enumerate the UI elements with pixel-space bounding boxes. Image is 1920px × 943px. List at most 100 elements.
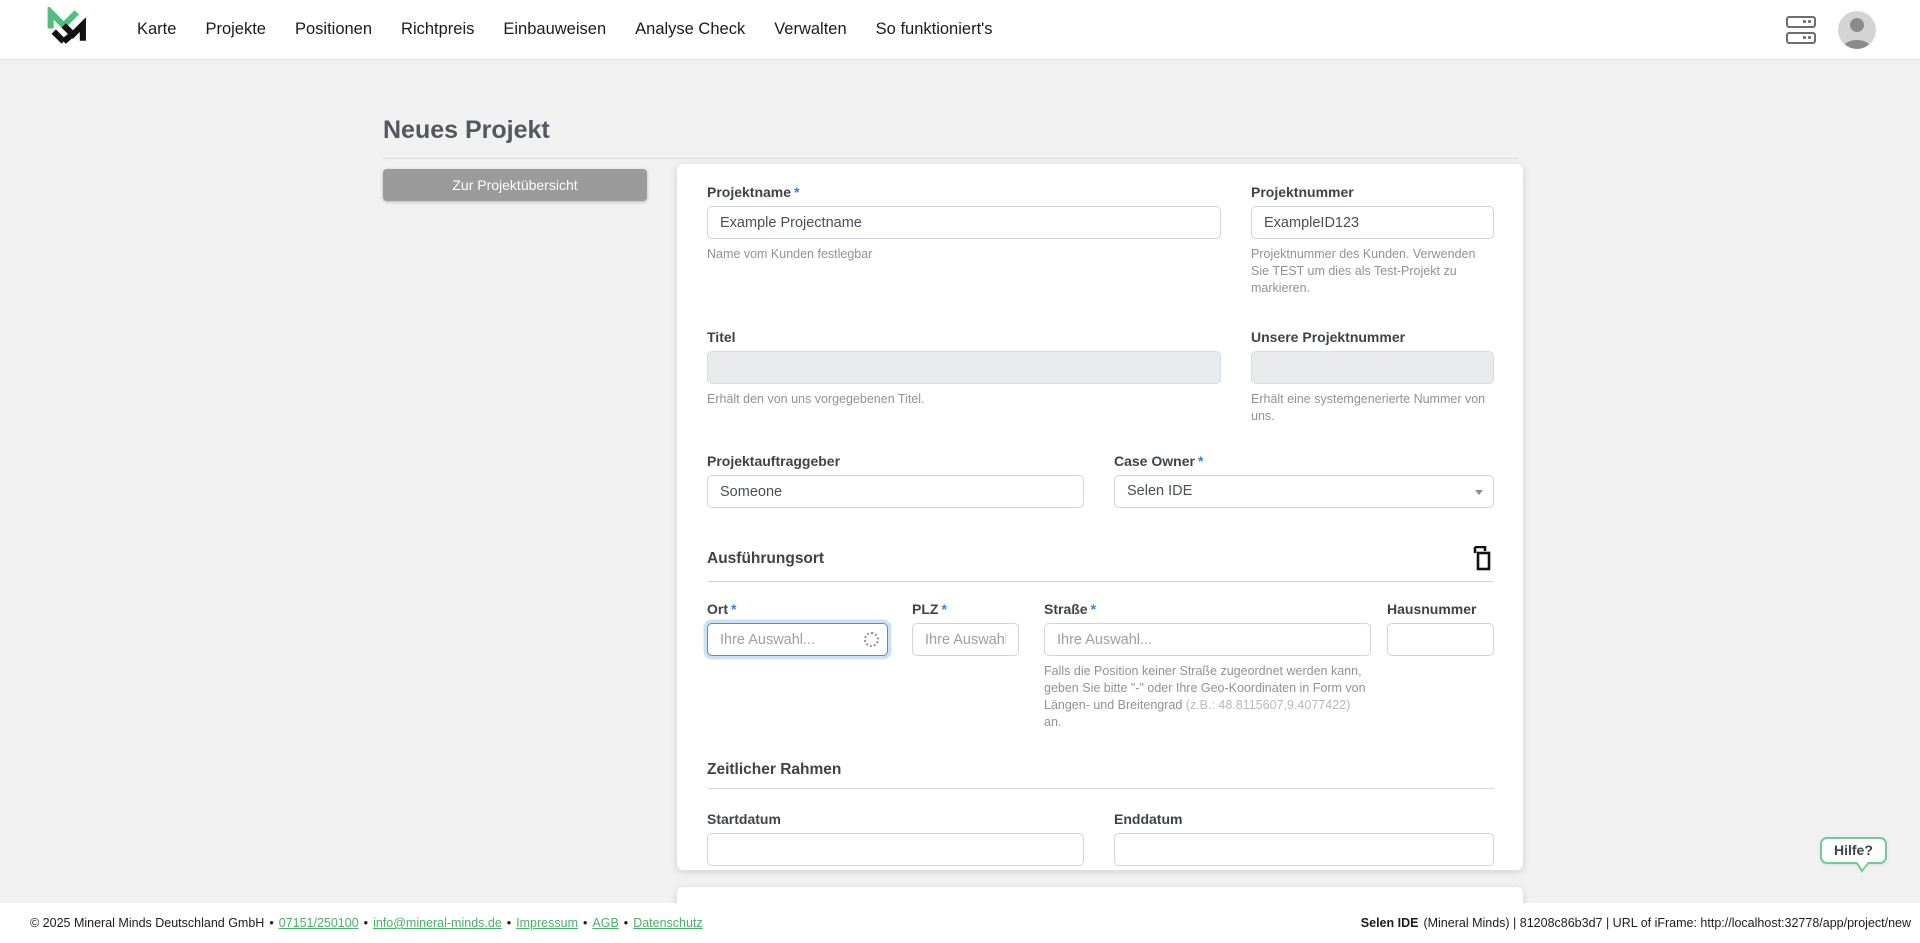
projektnummer-label: Projektnummer [1251,184,1494,200]
plz-field-group: PLZ* [912,601,1019,731]
server-row-icon [1786,16,1816,28]
row-auftraggeber: Projektauftraggeber Case Owner* Selen ID… [707,453,1494,508]
ort-input-wrap [707,623,888,656]
projektauftraggeber-input[interactable] [707,475,1084,508]
hausnummer-input[interactable] [1387,623,1494,656]
chevron-down-icon [1475,490,1483,495]
unsere-projektnummer-helper: Erhält eine systemgenerierte Nummer von … [1251,391,1494,425]
projektnummer-input[interactable] [1251,206,1494,239]
projektauftraggeber-label: Projektauftraggeber [707,453,1084,469]
avatar-body-icon [1843,40,1871,49]
strasse-label: Straße* [1044,601,1371,617]
titel-field-group: Titel Erhält den von uns vorgegebenen Ti… [707,329,1221,425]
help-button-label: Hilfe? [1834,842,1873,858]
startdatum-field-group: Startdatum [707,811,1084,866]
startdatum-label: Startdatum [707,811,1084,827]
titel-label: Titel [707,329,1221,345]
copy-icon [1470,546,1494,572]
nav-item-einbauweisen[interactable]: Einbauweisen [503,20,606,39]
footer-link-phone[interactable]: 07151/250100 [279,916,359,930]
copy-address-button[interactable] [1470,546,1494,572]
projektname-field-group: Projektname* Name vom Kunden festlegbar [707,184,1221,297]
projektnummer-helper: Projektnummer des Kunden. Verwenden Sie … [1251,246,1494,297]
strasse-field-group: Straße* Falls die Position keiner Straße… [1044,601,1371,731]
page-title: Neues Projekt [383,116,1518,159]
loading-spinner-icon [864,632,879,647]
case-owner-field-group: Case Owner* Selen IDE [1114,453,1494,508]
footer-left: © 2025 Mineral Minds Deutschland GmbH • … [30,916,703,930]
unsere-projektnummer-input [1251,351,1494,384]
ort-input[interactable] [707,623,888,656]
nav-item-verwalten[interactable]: Verwalten [774,20,846,39]
footer: © 2025 Mineral Minds Deutschland GmbH • … [0,903,1920,943]
footer-copyright: © 2025 Mineral Minds Deutschland GmbH [30,916,264,930]
nav-item-karte[interactable]: Karte [137,20,176,39]
footer-link-impressum[interactable]: Impressum [516,916,578,930]
hausnummer-field-group: Hausnummer [1387,601,1494,731]
case-owner-selected-value: Selen IDE [1127,483,1192,499]
nav-item-positionen[interactable]: Positionen [295,20,372,39]
main-nav: Karte Projekte Positionen Richtpreis Ein… [137,20,993,39]
footer-separator: • [269,916,273,930]
projektname-input[interactable] [707,206,1221,239]
projektname-label: Projektname* [707,184,1221,200]
ausfuehrungsort-title: Ausführungsort [707,550,824,568]
required-marker: * [941,601,946,617]
projektnummer-field-group: Projektnummer Projektnummer des Kunden. … [1251,184,1494,297]
row-zeitlicher-rahmen: Startdatum Enddatum [707,811,1494,866]
case-owner-label: Case Owner* [1114,453,1494,469]
projektname-helper: Name vom Kunden festlegbar [707,246,1221,263]
hausnummer-label: Hausnummer [1387,601,1494,617]
server-row-icon [1786,32,1816,44]
projektauftraggeber-field-group: Projektauftraggeber [707,453,1084,508]
zeitlicher-rahmen-title: Zeitlicher Rahmen [707,761,841,779]
avatar-head-icon [1850,18,1864,32]
plz-label: PLZ* [912,601,1019,617]
ausfuehrungsort-section-header: Ausführungsort [707,546,1494,582]
footer-separator: • [583,916,587,930]
new-project-form-card: Projektname* Name vom Kunden festlegbar … [677,164,1523,870]
footer-separator: • [364,916,368,930]
logo-icon [43,7,89,53]
required-marker: * [1198,453,1203,469]
mineral-minds-logo[interactable] [43,7,89,53]
required-marker: * [731,601,736,617]
ort-label: Ort* [707,601,888,617]
row-ausfuehrungsort: Ort* PLZ* Straße* Falls die Position kei… [707,601,1494,731]
zeitlicher-rahmen-section-header: Zeitlicher Rahmen [707,761,1494,789]
nav-item-richtpreis[interactable]: Richtpreis [401,20,474,39]
required-marker: * [1091,601,1096,617]
footer-right: Selen IDE (Mineral Minds) | 81208c86b3d7… [1361,916,1911,930]
titel-helper: Erhält den von uns vorgegebenen Titel. [707,391,1221,408]
required-marker: * [794,184,799,200]
nav-item-analyse-check[interactable]: Analyse Check [635,20,745,39]
server-status-icon[interactable] [1786,16,1816,44]
strasse-input[interactable] [1044,623,1371,656]
titel-input [707,351,1221,384]
unsere-projektnummer-field-group: Unsere Projektnummer Erhält eine systemg… [1251,329,1494,425]
footer-user-name: Selen IDE [1361,916,1419,930]
nav-item-so-funktionierts[interactable]: So funktioniert's [876,20,993,39]
row-projektname: Projektname* Name vom Kunden festlegbar … [707,184,1494,297]
navbar-actions [1786,11,1876,49]
startdatum-input[interactable] [707,833,1084,866]
case-owner-select[interactable]: Selen IDE [1114,475,1494,508]
ort-field-group: Ort* [707,601,888,731]
footer-session-details: (Mineral Minds) | 81208c86b3d7 | URL of … [1423,916,1911,930]
footer-separator: • [507,916,511,930]
help-button[interactable]: Hilfe? [1820,837,1887,864]
top-navbar: Karte Projekte Positionen Richtpreis Ein… [0,0,1920,60]
nav-item-projekte[interactable]: Projekte [205,20,266,39]
footer-link-email[interactable]: info@mineral-minds.de [373,916,502,930]
enddatum-label: Enddatum [1114,811,1494,827]
strasse-helper: Falls die Position keiner Straße zugeord… [1044,663,1371,731]
row-titel: Titel Erhält den von uns vorgegebenen Ti… [707,329,1494,425]
unsere-projektnummer-label: Unsere Projektnummer [1251,329,1494,345]
zur-projektuebersicht-button[interactable]: Zur Projektübersicht [383,169,647,201]
footer-link-agb[interactable]: AGB [592,916,618,930]
footer-separator: • [624,916,628,930]
enddatum-input[interactable] [1114,833,1494,866]
plz-input[interactable] [912,623,1019,656]
user-avatar[interactable] [1838,11,1876,49]
footer-link-datenschutz[interactable]: Datenschutz [633,916,702,930]
